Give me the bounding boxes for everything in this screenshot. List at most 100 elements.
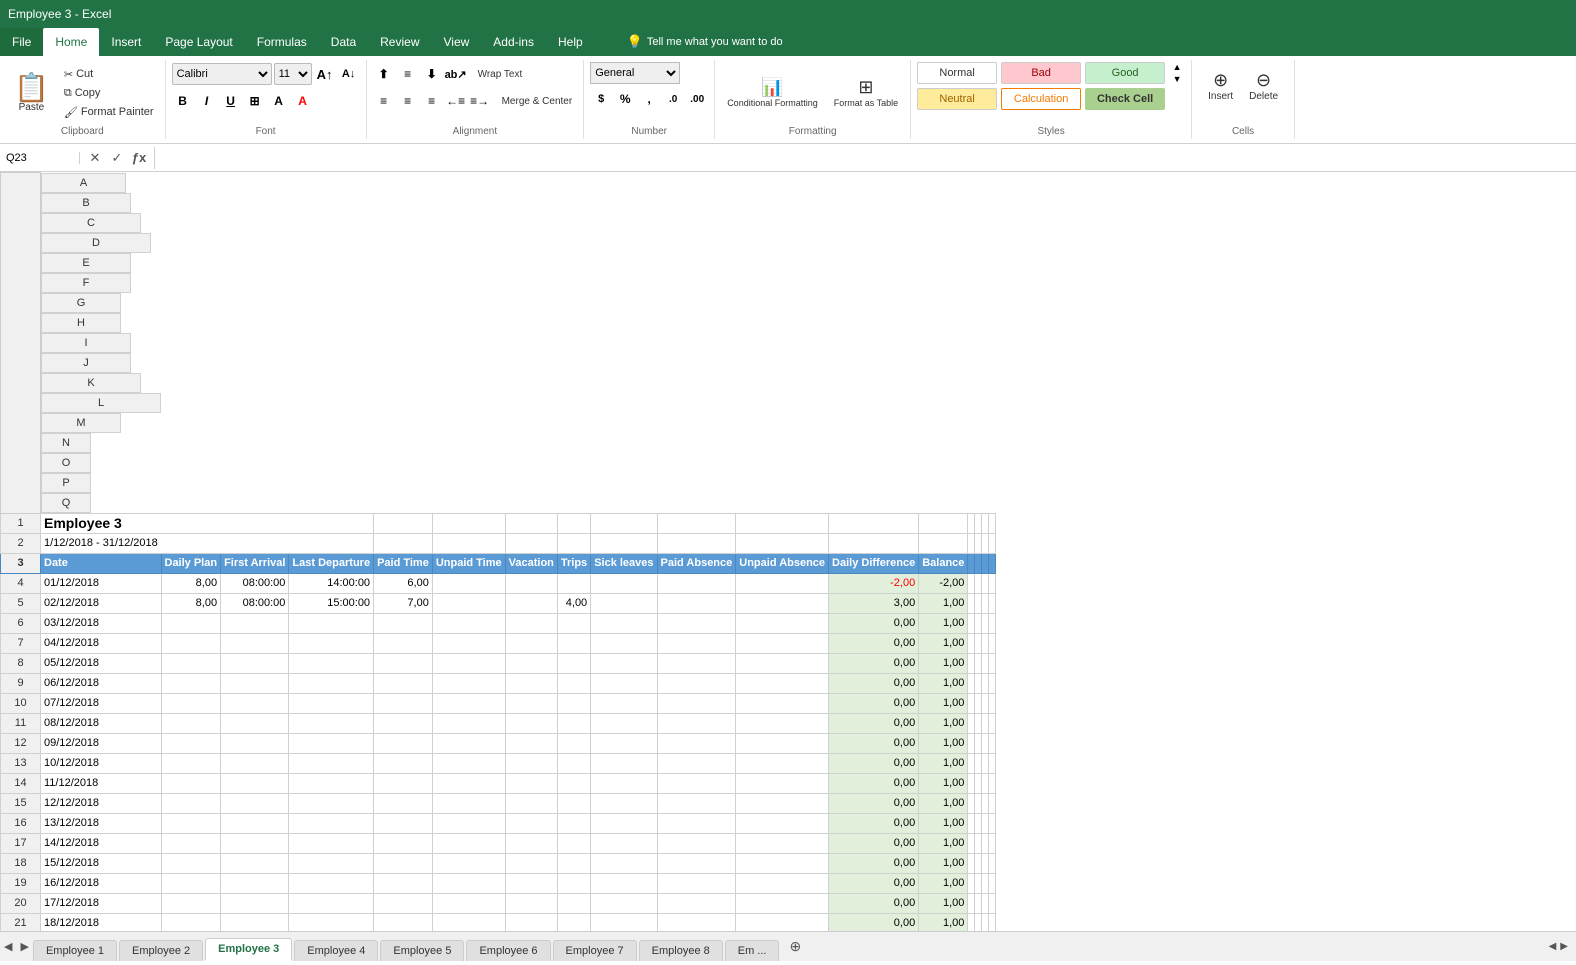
- data-cell[interactable]: 3,00: [829, 593, 919, 613]
- data-cell[interactable]: 0,00: [829, 653, 919, 673]
- data-cell[interactable]: [505, 833, 557, 853]
- data-cell[interactable]: [975, 653, 982, 673]
- data-cell[interactable]: [736, 773, 829, 793]
- cancel-formula-icon[interactable]: ✕: [84, 147, 106, 169]
- data-cell[interactable]: [975, 713, 982, 733]
- data-cell[interactable]: [591, 613, 657, 633]
- data-cell[interactable]: [975, 593, 982, 613]
- data-cell[interactable]: [657, 673, 736, 693]
- data-cell[interactable]: [557, 733, 590, 753]
- data-cell[interactable]: 12/12/2018: [41, 793, 162, 813]
- data-cell[interactable]: 06/12/2018: [41, 673, 162, 693]
- style-check-cell[interactable]: Check Cell: [1085, 88, 1165, 110]
- data-cell[interactable]: 8,00: [161, 593, 221, 613]
- data-cell[interactable]: [432, 853, 505, 873]
- data-cell[interactable]: -2,00: [829, 573, 919, 593]
- data-cell[interactable]: [505, 873, 557, 893]
- data-cell[interactable]: [557, 713, 590, 733]
- data-cell[interactable]: [982, 733, 989, 753]
- data-cell[interactable]: [221, 793, 289, 813]
- data-cell[interactable]: 05/12/2018: [41, 653, 162, 673]
- data-cell[interactable]: [982, 813, 989, 833]
- data-cell[interactable]: 08:00:00: [221, 573, 289, 593]
- data-cell[interactable]: 1,00: [919, 853, 968, 873]
- data-cell[interactable]: 1,00: [919, 633, 968, 653]
- data-cell[interactable]: 17/12/2018: [41, 893, 162, 913]
- data-cell[interactable]: [289, 893, 374, 913]
- data-cell[interactable]: [591, 813, 657, 833]
- data-cell[interactable]: [161, 633, 221, 653]
- data-cell[interactable]: [591, 733, 657, 753]
- data-cell[interactable]: 8,00: [161, 573, 221, 593]
- sheet-tab-employee-2[interactable]: Employee 2: [119, 940, 203, 961]
- data-cell[interactable]: [289, 693, 374, 713]
- data-cell[interactable]: [968, 753, 975, 773]
- data-cell[interactable]: [591, 673, 657, 693]
- data-cell[interactable]: [557, 653, 590, 673]
- data-cell[interactable]: [989, 773, 996, 793]
- tab-scroll-left[interactable]: ◀: [0, 940, 16, 953]
- data-cell[interactable]: [161, 753, 221, 773]
- data-cell[interactable]: [591, 593, 657, 613]
- data-cell[interactable]: [432, 633, 505, 653]
- data-cell[interactable]: 1,00: [919, 713, 968, 733]
- data-cell[interactable]: [989, 893, 996, 913]
- data-cell[interactable]: [161, 713, 221, 733]
- data-cell[interactable]: 0,00: [829, 833, 919, 853]
- data-cell[interactable]: [432, 893, 505, 913]
- data-cell[interactable]: [975, 793, 982, 813]
- data-cell[interactable]: [221, 813, 289, 833]
- data-cell[interactable]: [374, 613, 433, 633]
- sheet-tab-employee-5[interactable]: Employee 5: [380, 940, 464, 961]
- data-cell[interactable]: [374, 813, 433, 833]
- data-cell[interactable]: [736, 653, 829, 673]
- data-cell[interactable]: [161, 913, 221, 931]
- col-header-a[interactable]: A: [41, 173, 126, 193]
- menu-view[interactable]: View: [432, 28, 482, 56]
- data-cell[interactable]: [289, 793, 374, 813]
- data-cell[interactable]: [505, 653, 557, 673]
- paste-button[interactable]: 📋 Paste: [6, 70, 57, 117]
- data-cell[interactable]: [221, 673, 289, 693]
- data-cell[interactable]: [736, 733, 829, 753]
- data-cell[interactable]: [289, 673, 374, 693]
- styles-scroll-up[interactable]: ▲: [1169, 62, 1185, 72]
- data-cell[interactable]: [975, 573, 982, 593]
- data-cell[interactable]: [989, 633, 996, 653]
- scrollbar-left[interactable]: ◀: [1549, 941, 1557, 952]
- style-bad[interactable]: Bad: [1001, 62, 1081, 84]
- data-cell[interactable]: [989, 593, 996, 613]
- data-cell[interactable]: 02/12/2018: [41, 593, 162, 613]
- data-cell[interactable]: [975, 853, 982, 873]
- data-cell[interactable]: 18/12/2018: [41, 913, 162, 931]
- data-cell[interactable]: [968, 793, 975, 813]
- data-cell[interactable]: [968, 673, 975, 693]
- data-cell[interactable]: [968, 913, 975, 931]
- data-cell[interactable]: [736, 573, 829, 593]
- data-cell[interactable]: [505, 713, 557, 733]
- data-cell[interactable]: [975, 633, 982, 653]
- data-cell[interactable]: [505, 893, 557, 913]
- data-cell[interactable]: 0,00: [829, 633, 919, 653]
- data-cell[interactable]: [968, 813, 975, 833]
- data-cell[interactable]: [975, 613, 982, 633]
- sheet-tab-employee-3[interactable]: Employee 3: [205, 938, 292, 961]
- data-cell[interactable]: 0,00: [829, 613, 919, 633]
- data-cell[interactable]: [736, 693, 829, 713]
- data-cell[interactable]: [374, 673, 433, 693]
- data-cell[interactable]: [505, 813, 557, 833]
- menu-page-layout[interactable]: Page Layout: [153, 28, 244, 56]
- align-top-button[interactable]: ⬆: [373, 63, 395, 85]
- data-cell[interactable]: [657, 633, 736, 653]
- data-cell[interactable]: [982, 833, 989, 853]
- data-cell[interactable]: [657, 733, 736, 753]
- data-cell[interactable]: 01/12/2018: [41, 573, 162, 593]
- data-cell[interactable]: [657, 893, 736, 913]
- data-cell[interactable]: [432, 773, 505, 793]
- orientation-button[interactable]: ab↗: [445, 63, 467, 85]
- data-cell[interactable]: 1,00: [919, 613, 968, 633]
- data-cell[interactable]: [975, 753, 982, 773]
- confirm-formula-icon[interactable]: ✓: [106, 147, 128, 169]
- data-cell[interactable]: [432, 693, 505, 713]
- decrease-indent-button[interactable]: ←≡: [445, 90, 467, 112]
